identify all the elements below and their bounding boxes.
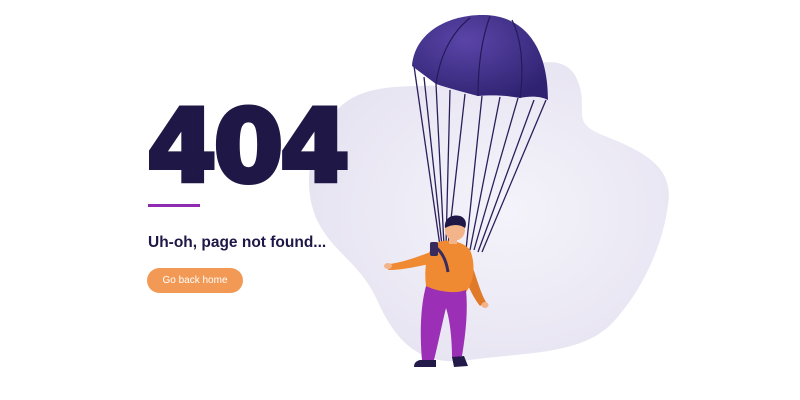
error-page: 404 Uh-oh, page not found... Go back hom… xyxy=(0,0,800,400)
error-code: 404 xyxy=(145,88,353,205)
go-back-home-button[interactable]: Go back home xyxy=(147,268,243,293)
error-message: Uh-oh, page not found... xyxy=(148,234,327,251)
error-content: 404 Uh-oh, page not found... Go back hom… xyxy=(145,88,407,293)
